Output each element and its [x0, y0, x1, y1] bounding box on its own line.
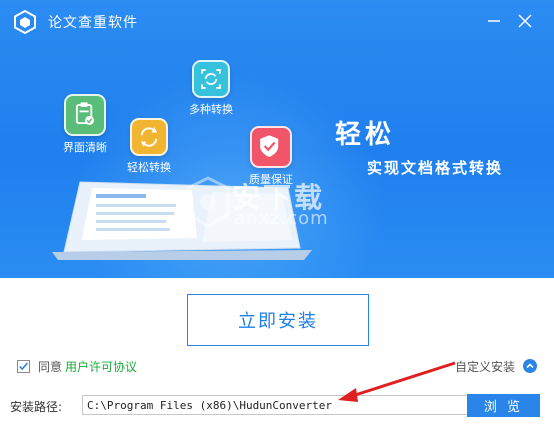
- minimize-icon[interactable]: [483, 10, 505, 32]
- agree-label: 同意: [38, 359, 63, 374]
- feature-label: 界面清晰: [63, 141, 107, 154]
- custom-install-label: 自定义安装: [455, 359, 516, 374]
- install-path-row: 安装路径: C:\Program Files (x86)\HudunConver…: [10, 395, 472, 417]
- hero-banner: 论文查重软件 界面清晰 轻松转换 多种转换 质量保证 轻松 实现文档格式转换 安…: [0, 0, 554, 278]
- chevron-up-icon[interactable]: [523, 359, 538, 373]
- install-now-button[interactable]: 立即安装: [187, 294, 369, 346]
- browse-button[interactable]: 浏 览: [467, 394, 540, 417]
- agree-checkbox[interactable]: [17, 359, 30, 373]
- feature-clear-interface: 界面清晰: [57, 94, 113, 155]
- app-logo-icon: [14, 9, 36, 35]
- close-icon[interactable]: [514, 10, 536, 32]
- clipboard-check-icon: [64, 94, 106, 136]
- red-arrow-annotation: [338, 361, 456, 402]
- shield-check-icon: [250, 126, 292, 168]
- refresh-frame-icon: [192, 60, 230, 98]
- feature-label: 多种转换: [189, 103, 233, 116]
- watermark-subtext: anxz.com: [234, 208, 329, 229]
- agreement-row: 同意 用户许可协议: [17, 357, 137, 375]
- checkmark-icon: [19, 362, 28, 370]
- install-path-label: 安装路径:: [10, 399, 63, 414]
- title-bar: 论文查重软件: [0, 0, 554, 44]
- feature-multiple-convert: 多种转换: [183, 60, 239, 117]
- convert-arrows-icon: [130, 118, 168, 156]
- license-agreement-link[interactable]: 用户许可协议: [65, 358, 137, 375]
- app-title: 论文查重软件: [48, 15, 138, 31]
- feature-easy-convert: 轻松转换: [122, 118, 176, 175]
- slogan-title: 轻松: [335, 120, 396, 150]
- custom-install-toggle[interactable]: 自定义安装: [455, 357, 538, 375]
